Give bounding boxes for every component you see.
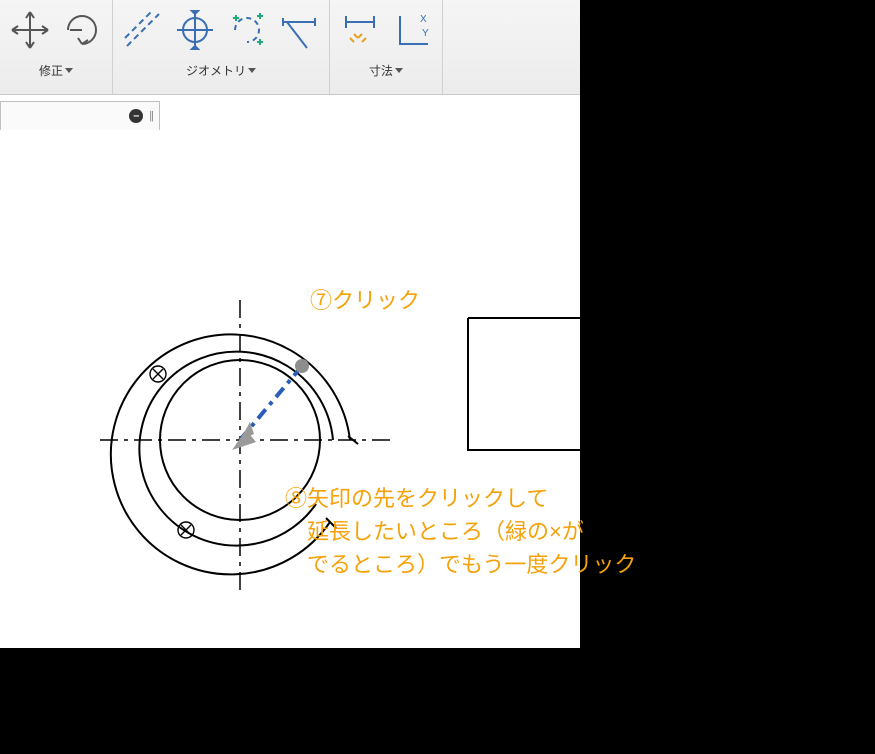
dimension-icon	[338, 8, 382, 57]
tool-dim-general[interactable]	[336, 4, 384, 60]
ribbon-group-label[interactable]: ジオメトリ	[186, 60, 256, 79]
ribbon: 修正	[0, 0, 580, 95]
move-icon	[8, 8, 52, 57]
tangent-icon	[277, 8, 321, 57]
ribbon-group-modify: 修正	[0, 0, 113, 94]
ribbon-label-text: ジオメトリ	[186, 62, 246, 79]
annotation-text: ⑦クリック	[310, 288, 420, 313]
annotation-text: 延長したいところ（緑の×が	[285, 519, 584, 544]
annotation-text: ⑧矢印の先をクリックして	[285, 486, 548, 511]
handle-icon: ||	[149, 110, 153, 122]
tool-tangent[interactable]	[275, 4, 323, 60]
svg-text:X: X	[420, 14, 427, 25]
ordinate-icon: X Y	[390, 8, 434, 57]
breadcrumb-bar[interactable]: – ||	[0, 101, 160, 131]
annotation-text: でるところ）でもう一度クリック	[285, 552, 636, 577]
circle-quad-icon	[173, 8, 217, 57]
svg-text:Y: Y	[422, 28, 429, 39]
dropdown-icon	[395, 68, 403, 73]
ribbon-group-label[interactable]: 寸法	[369, 60, 403, 79]
rotate-icon	[60, 8, 104, 57]
dropdown-icon	[248, 68, 256, 73]
ribbon-label-text: 寸法	[369, 62, 393, 79]
ribbon-label-text: 修正	[39, 62, 63, 79]
dropdown-icon	[65, 68, 73, 73]
ribbon-group-label[interactable]: 修正	[39, 60, 73, 79]
annotation-step-8: ⑧矢印の先をクリックして 延長したいところ（緑の×が でるところ）でもう一度クリ…	[285, 482, 636, 581]
tool-circle-quad[interactable]	[171, 4, 219, 60]
mask-right	[580, 0, 875, 754]
line-icon	[121, 8, 165, 57]
mask-bottom	[0, 648, 580, 754]
tool-circle-pts[interactable]	[223, 4, 271, 60]
tool-rotate[interactable]	[58, 4, 106, 60]
annotation-step-7: ⑦クリック	[310, 284, 420, 317]
minus-icon: –	[129, 109, 143, 123]
circle-pts-icon	[225, 8, 269, 57]
ribbon-group-geometry: ジオメトリ	[113, 0, 330, 94]
tool-line[interactable]	[119, 4, 167, 60]
tool-move[interactable]	[6, 4, 54, 60]
tool-dim-ordinate[interactable]: X Y	[388, 4, 436, 60]
ribbon-group-dimension: X Y 寸法	[330, 0, 443, 94]
app-area: 修正	[0, 0, 580, 754]
